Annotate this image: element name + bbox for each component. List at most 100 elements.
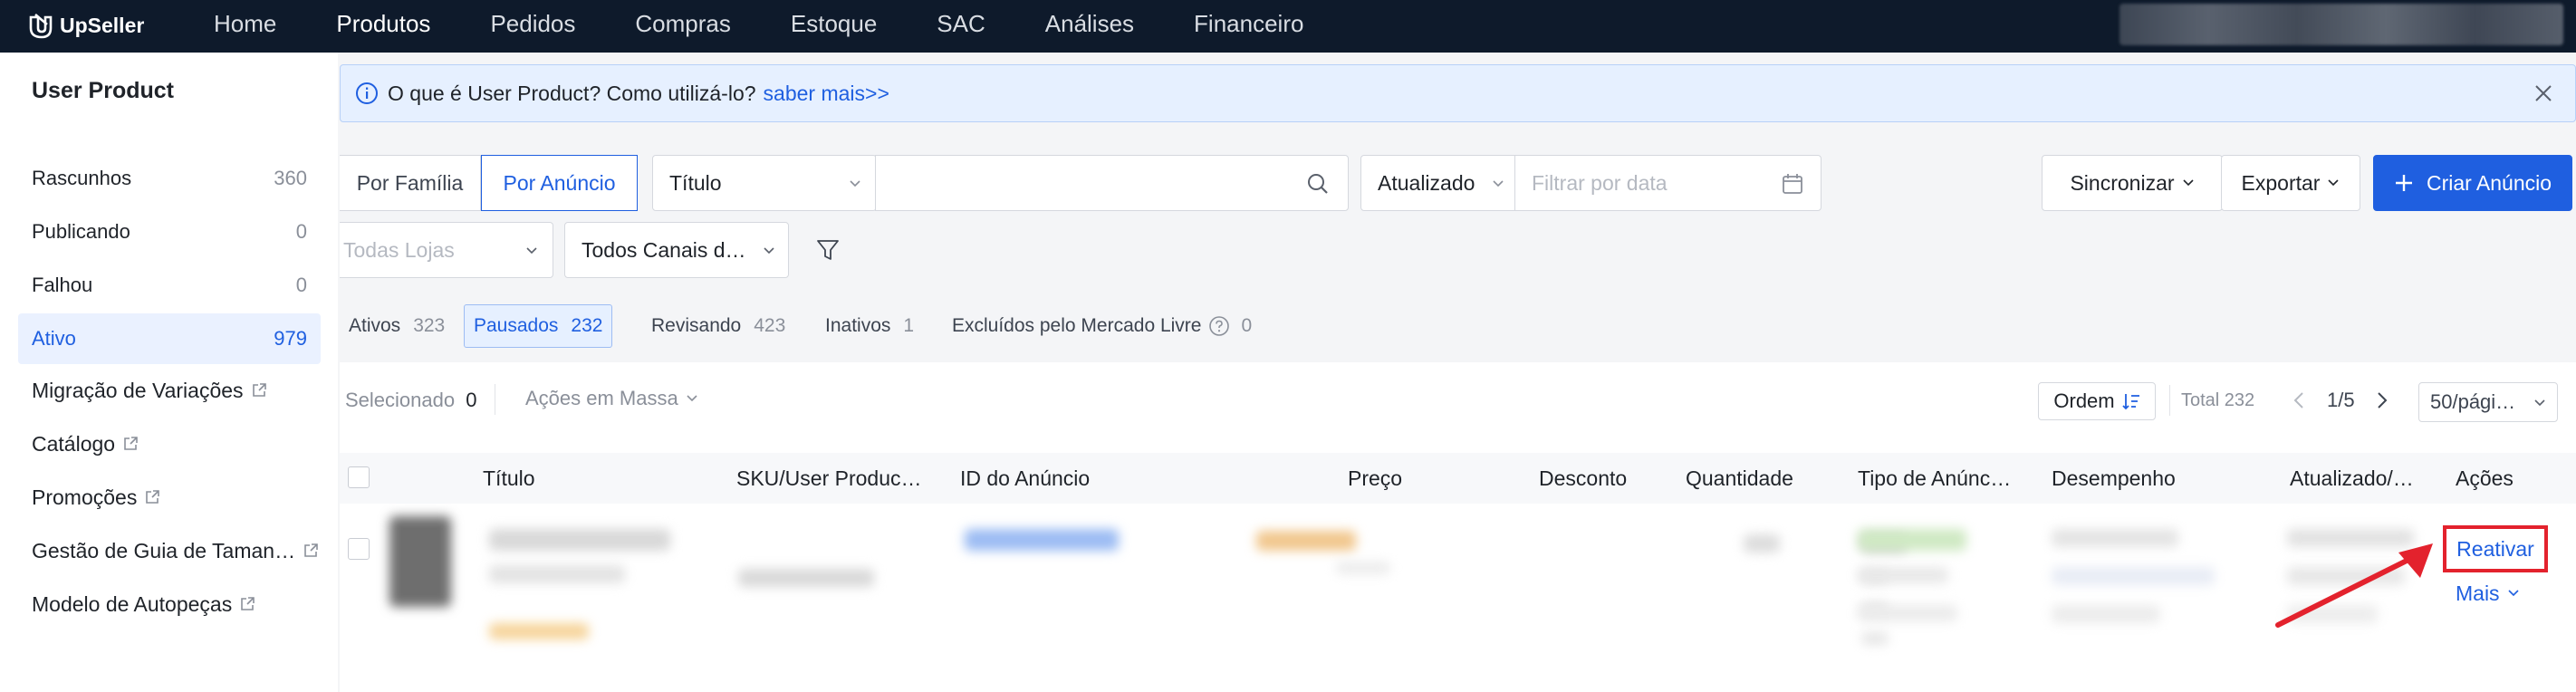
- blurred-text: [2052, 529, 2178, 547]
- sidebar-link-catalogo[interactable]: Catálogo: [32, 426, 139, 462]
- date-type-value: Atualizado: [1378, 170, 1475, 195]
- sidebar-link-autopecas[interactable]: Modelo de Autopeças: [32, 586, 255, 622]
- nav-estoque[interactable]: Estoque: [791, 0, 877, 53]
- brand-logo[interactable]: UpSeller: [27, 9, 144, 42]
- external-link-icon: [146, 490, 160, 504]
- nav-analises[interactable]: Análises: [1045, 0, 1134, 53]
- main-menu: Home Produtos Pedidos Compras Estoque SA…: [214, 0, 1363, 53]
- blurred-price: [1256, 531, 1356, 551]
- tab-inativos[interactable]: Inativos 1: [816, 304, 923, 348]
- date-filter-placeholder: Filtrar por data: [1532, 170, 1668, 195]
- upseller-logo-icon: [29, 14, 53, 39]
- select-all-checkbox[interactable]: [348, 466, 370, 488]
- external-link-icon: [304, 543, 318, 557]
- sidebar-item-label: Ativo: [32, 327, 76, 350]
- title-field-select[interactable]: Título: [652, 155, 877, 211]
- toggle-por-familia[interactable]: Por Família: [340, 155, 481, 211]
- sidebar-item-rascunhos[interactable]: Rascunhos 360: [18, 153, 321, 204]
- sidebar-link-promocoes[interactable]: Promoções: [32, 479, 160, 515]
- column-header-quantidade[interactable]: Quantidade: [1686, 453, 1849, 504]
- date-filter-input[interactable]: Filtrar por data: [1514, 155, 1821, 211]
- app-window: UpSeller Home Produtos Pedidos Compras E…: [0, 0, 2576, 692]
- nav-financeiro[interactable]: Financeiro: [1194, 0, 1303, 53]
- sidebar-item-falhou[interactable]: Falhou 0: [18, 260, 321, 311]
- page-size-select[interactable]: 50/pági…: [2418, 382, 2558, 422]
- stores-placeholder: Todas Lojas: [343, 237, 455, 262]
- export-button[interactable]: Exportar: [2221, 155, 2360, 211]
- nav-sac[interactable]: SAC: [937, 0, 985, 53]
- sidebar-title: User Product: [32, 78, 174, 103]
- sidebar-link-label: Catálogo: [32, 431, 116, 456]
- nav-pedidos[interactable]: Pedidos: [490, 0, 575, 53]
- column-header-atualizado[interactable]: Atualizado/…: [2290, 453, 2417, 504]
- nav-produtos[interactable]: Produtos: [336, 0, 430, 53]
- chevron-down-icon: [2182, 179, 2194, 187]
- nav-home[interactable]: Home: [214, 0, 276, 53]
- nav-compras[interactable]: Compras: [635, 0, 730, 53]
- info-banner: O que é User Product? Como utilizá-lo? s…: [340, 64, 2576, 122]
- tab-pausados[interactable]: Pausados 232: [464, 304, 613, 348]
- learn-more-link[interactable]: saber mais>>: [764, 82, 889, 106]
- calendar-icon: [1783, 174, 1802, 194]
- sidebar-item-count: 360: [274, 167, 307, 189]
- table-row: [340, 507, 2576, 688]
- sort-order-label: Ordem: [2053, 389, 2115, 412]
- sidebar-item-label: Publicando: [32, 220, 130, 243]
- sidebar-link-migracao[interactable]: Migração de Variações: [32, 372, 267, 408]
- chevron-down-icon: [526, 247, 537, 255]
- brand-name: UpSeller: [60, 13, 145, 37]
- info-icon: [356, 82, 378, 104]
- sidebar-link-label: Promoções: [32, 485, 138, 509]
- sidebar-item-ativo[interactable]: Ativo 979: [18, 313, 321, 364]
- column-header-preco[interactable]: Preço: [1348, 453, 1484, 504]
- blurred-badge: [1858, 529, 1966, 551]
- account-area-blurred[interactable]: [2119, 4, 2563, 45]
- column-header-titulo[interactable]: Título: [483, 453, 664, 504]
- tab-label: Pausados: [474, 315, 559, 336]
- column-header-desconto[interactable]: Desconto: [1539, 453, 1675, 504]
- sync-button[interactable]: Sincronizar: [2042, 155, 2223, 211]
- tab-label: Revisando: [651, 315, 742, 336]
- blurred-text: [1744, 534, 1780, 553]
- column-header-desempenho[interactable]: Desempenho: [2052, 453, 2233, 504]
- bulk-actions-label: Ações em Massa: [525, 387, 678, 409]
- sidebar-item-label: Rascunhos: [32, 167, 132, 189]
- create-listing-button[interactable]: Criar Anúncio: [2373, 155, 2572, 211]
- tab-count: 232: [571, 315, 603, 336]
- column-header-id[interactable]: ID do Anúncio: [960, 453, 1141, 504]
- external-link-icon: [124, 437, 138, 450]
- filter-icon[interactable]: [815, 237, 841, 263]
- chevron-left-icon[interactable]: [2290, 389, 2308, 411]
- search-input[interactable]: [875, 155, 1349, 211]
- blurred-text: [1858, 567, 1948, 583]
- column-header-tipo[interactable]: Tipo de Anúnc…: [1858, 453, 2021, 504]
- help-icon[interactable]: [1208, 315, 1230, 337]
- bulk-actions-dropdown[interactable]: Ações em Massa: [525, 387, 698, 410]
- sidebar-link-label: Gestão de Guia de Taman…: [32, 538, 296, 562]
- sidebar-link-label: Modelo de Autopeças: [32, 591, 233, 616]
- external-link-icon: [241, 597, 255, 610]
- reactivate-button[interactable]: Reativar: [2443, 525, 2548, 572]
- more-actions-dropdown[interactable]: Mais: [2456, 580, 2520, 607]
- chevron-right-icon[interactable]: [2373, 389, 2391, 411]
- banner-text: O que é User Product? Como utilizá-lo?: [388, 81, 756, 105]
- date-type-select[interactable]: Atualizado: [1360, 155, 1516, 211]
- chevron-down-icon: [764, 247, 774, 255]
- row-checkbox[interactable]: [348, 538, 370, 560]
- close-icon[interactable]: [2532, 82, 2555, 105]
- selected-indicator: Selecionado 0: [345, 389, 476, 412]
- search-icon[interactable]: [1306, 172, 1330, 196]
- tab-revisando[interactable]: Revisando 423: [642, 304, 794, 348]
- page-size-value: 50/pági…: [2430, 390, 2516, 413]
- column-header-sku[interactable]: SKU/User Produc…: [736, 453, 927, 504]
- tab-excluidos[interactable]: Excluídos pelo Mercado Livre 0: [943, 304, 1261, 348]
- channels-select[interactable]: Todos Canais d…: [564, 222, 789, 278]
- channels-value: Todos Canais d…: [582, 237, 746, 262]
- sort-order-button[interactable]: Ordem: [2038, 382, 2156, 420]
- tab-ativos[interactable]: Ativos 323: [340, 304, 454, 348]
- sidebar-item-count: 0: [295, 274, 307, 296]
- sidebar-link-guia-tamanhos[interactable]: Gestão de Guia de Taman…: [32, 533, 319, 569]
- stores-select[interactable]: Todas Lojas: [340, 222, 553, 278]
- toggle-por-anuncio[interactable]: Por Anúncio: [481, 155, 638, 211]
- sidebar-item-publicando[interactable]: Publicando 0: [18, 207, 321, 257]
